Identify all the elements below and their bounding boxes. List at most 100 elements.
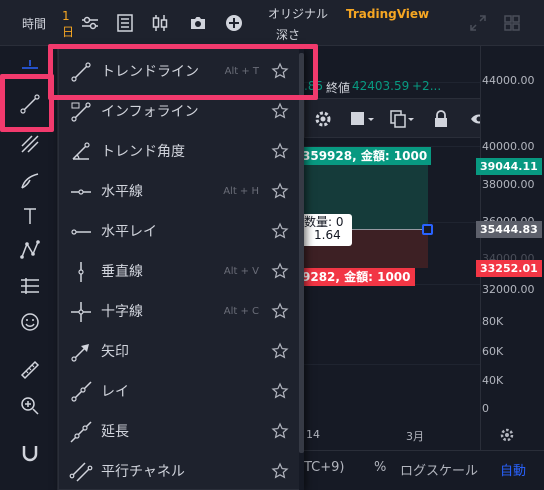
templates-icon[interactable] [115,13,135,33]
entry-handle[interactable] [422,224,433,235]
axis-settings-gear-icon[interactable] [498,426,516,444]
menu-item-label: インフォライン [101,104,199,120]
settings-gear-icon[interactable] [313,109,333,129]
arrow-icon [69,340,93,364]
close-value: 42403.59 [352,79,410,93]
menu-item-label: 延長 [101,424,129,440]
position-center-box: 数量: 0 1.64 [298,214,352,246]
lines-tool-menu: トレンドライン Alt + T インフォライン トレンド角度 水平線 Alt +… [58,48,304,490]
ray-icon [69,380,93,404]
brush-icon[interactable] [18,168,42,192]
favorite-star-icon[interactable] [271,142,289,160]
lock-icon[interactable] [431,109,451,129]
price-tag-current: 35444.83 [476,221,542,238]
pitchfork-icon[interactable] [18,132,42,156]
zoom-in-icon[interactable] [18,394,42,418]
magnet-icon[interactable] [18,442,42,466]
menu-item-label: 十字線 [101,304,143,320]
add-icon[interactable] [224,13,244,33]
horizontal-line-icon [69,180,93,204]
highlight-sidebar-tool [0,74,54,132]
interval-unit[interactable]: 日 [62,25,74,39]
auto-scale-toggle[interactable]: 自動 [500,460,526,479]
info-line-icon [69,100,93,124]
template-dropdown-icon[interactable] [349,109,375,129]
fullscreen-icon[interactable] [468,13,488,33]
menu-item-shortcut: Alt + H [223,186,259,197]
clone-dropdown-icon[interactable] [389,109,415,129]
time-label[interactable]: 時間 [22,17,46,31]
menu-item-label: レイ [101,384,129,400]
menu-item-label: 矢印 [101,344,129,360]
ratio-label: 1.64 [314,228,341,242]
favorite-star-icon[interactable] [271,182,289,200]
trend-angle-icon [69,140,93,164]
volume-label: 60K [482,345,504,358]
close-label: 終値 [326,81,351,95]
menu-scrollbar-thumb[interactable] [299,53,304,453]
menu-item-extended-line[interactable]: 延長 [59,412,299,452]
menu-item-label: 垂直線 [101,264,143,280]
candles-icon[interactable] [150,13,170,33]
highlight-trend-line-item [48,44,318,100]
horizontal-ray-icon [69,220,93,244]
bottom-bar: TC+9) % ログスケール 自動 [300,450,544,490]
timezone-label[interactable]: TC+9) [304,460,345,475]
x-axis-label-march: 3月 [406,430,424,443]
tradingview-label[interactable]: TradingView [346,7,429,21]
indicator-settings-icon[interactable] [80,13,100,33]
menu-item-horizontal-line[interactable]: 水平線 Alt + H [59,172,299,212]
price-label: 40000.00 [482,140,535,153]
price-label: 38000.00 [482,178,535,191]
favorite-star-icon[interactable] [271,302,289,320]
emoji-icon[interactable] [18,310,42,334]
favorite-star-icon[interactable] [271,222,289,240]
cursor-icon[interactable] [18,50,42,74]
menu-item-label: 平行チャネル [101,464,185,480]
original-label[interactable]: オリジナル [268,7,328,21]
price-label: 44000.00 [482,74,535,87]
camera-icon[interactable] [188,13,208,33]
volume-label: 40K [482,374,504,387]
text-icon[interactable] [18,204,42,228]
price-label: 32000.00 [482,283,535,296]
favorite-star-icon[interactable] [271,342,289,360]
menu-item-parallel-channel[interactable]: 平行チャネル [59,452,299,490]
menu-item-vertical-line[interactable]: 垂直線 Alt + V [59,252,299,292]
menu-item-trend-angle[interactable]: トレンド角度 [59,132,299,172]
volume-label: 0 [482,402,489,415]
menu-item-label: トレンド角度 [101,144,185,160]
menu-item-shortcut: Alt + C [223,306,259,317]
price-tag-green: 39044.11 [476,158,542,175]
favorite-star-icon[interactable] [271,262,289,280]
depth-label[interactable]: 深さ [276,28,300,42]
top-toolbar: 時間 1 日 オリジナル 深さ TradingView [0,0,544,46]
menu-item-arrow[interactable]: 矢印 [59,332,299,372]
interval-value[interactable]: 1 [62,9,70,23]
ruler-icon[interactable] [18,358,42,382]
short-position-label: 9282, 金額: 1000 [298,268,415,286]
favorite-star-icon[interactable] [271,102,289,120]
favorite-star-icon[interactable] [271,382,289,400]
menu-item-label: 水平レイ [101,224,157,240]
parallel-channel-icon [69,460,93,484]
pattern-icon[interactable] [18,238,42,262]
prediction-icon[interactable] [18,274,42,298]
vertical-line-icon [69,260,93,284]
log-scale-toggle[interactable]: ログスケール [400,460,478,479]
layout-icon[interactable] [502,13,522,33]
menu-item-horizontal-ray[interactable]: 水平レイ [59,212,299,252]
favorite-star-icon[interactable] [271,462,289,480]
menu-item-shortcut: Alt + V [223,266,259,277]
x-axis-label-14: 14 [306,428,320,441]
volume-label: 80K [482,315,504,328]
percent-toggle[interactable]: % [374,460,386,475]
menu-item-cross-line[interactable]: 十字線 Alt + C [59,292,299,332]
change-value: +2... [412,79,442,93]
menu-item-label: 水平線 [101,184,143,200]
cross-line-icon [69,300,93,324]
price-axis[interactable] [480,46,544,450]
menu-item-ray[interactable]: レイ [59,372,299,412]
extended-line-icon [69,420,93,444]
favorite-star-icon[interactable] [271,422,289,440]
